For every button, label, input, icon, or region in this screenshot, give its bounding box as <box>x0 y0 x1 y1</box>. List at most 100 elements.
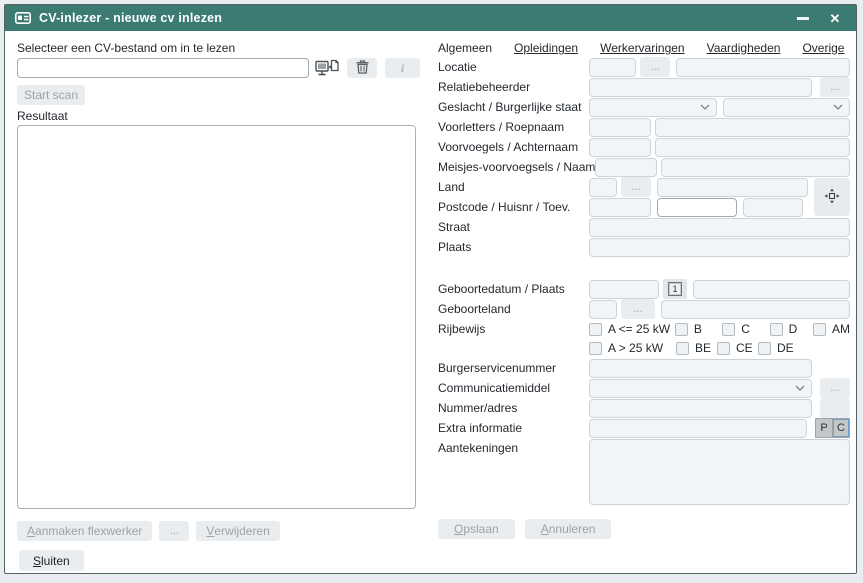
tab-overige[interactable]: Overige <box>802 41 844 55</box>
flexworker-more-button[interactable]: ... <box>159 521 189 541</box>
id-card-icon <box>15 12 31 24</box>
communicatiemiddel-more-button[interactable]: ... <box>820 378 850 398</box>
form-row-rijbewijs: Rijbewijs A <= 25 kW B C D AM A > 25 kW … <box>438 320 850 358</box>
close-row: Sluiten <box>17 550 420 571</box>
checkbox-be[interactable] <box>676 342 689 355</box>
achternaam-input[interactable] <box>655 138 850 157</box>
form-row-locatie: Locatie ... <box>438 58 850 76</box>
c-button[interactable]: C <box>833 419 849 437</box>
land-lookup-button[interactable]: ... <box>621 177 651 197</box>
move-address-button[interactable] <box>814 178 850 216</box>
locatie-naam-input[interactable] <box>676 58 850 77</box>
result-textarea[interactable] <box>17 125 416 509</box>
info-button[interactable]: i <box>385 58 420 78</box>
p-button[interactable]: P <box>816 419 833 437</box>
form-row-straat: Straat <box>438 218 850 236</box>
cv-file-input[interactable] <box>17 58 309 78</box>
tab-opleidingen[interactable]: Opleidingen <box>514 41 578 55</box>
postcode-input[interactable] <box>589 198 651 217</box>
geboorteplaats-input[interactable] <box>693 280 850 299</box>
extra-informatie-input[interactable] <box>589 419 807 438</box>
geboorteland-naam-input[interactable] <box>661 300 850 319</box>
left-actions-row: Aanmaken flexwerker ... Verwijderen <box>17 521 420 541</box>
annuleren-button[interactable]: Annuleren <box>525 519 612 539</box>
meisjesnaam-label: Meisjes-voorvoegsels / Naam <box>438 158 595 176</box>
window-close-button[interactable]: ✕ <box>826 9 844 27</box>
checkbox-a-25kw-max[interactable] <box>589 323 602 336</box>
button-label: anmaken flexwerker <box>35 524 142 538</box>
create-flexworker-button[interactable]: Aanmaken flexwerker <box>17 521 152 541</box>
checkbox-de[interactable] <box>758 342 771 355</box>
locatie-lookup-button[interactable]: ... <box>640 57 670 77</box>
voorvoegels-label: Voorvoegels / Achternaam <box>438 138 589 156</box>
communicatiemiddel-select[interactable] <box>589 379 812 398</box>
checkbox-b[interactable] <box>675 323 688 336</box>
checkbox-ce[interactable] <box>717 342 730 355</box>
left-panel: Selecteer een CV-bestand om in te lezen <box>17 41 420 571</box>
voorvoegels-input[interactable] <box>589 138 651 157</box>
sluiten-button[interactable]: Sluiten <box>19 550 84 571</box>
nummer-adres-action-button[interactable] <box>820 398 850 418</box>
opslaan-button[interactable]: Opslaan <box>438 519 515 539</box>
burgerlijke-staat-select[interactable] <box>723 98 850 117</box>
checkbox-c[interactable] <box>722 323 735 336</box>
meisjes-voorvoegsels-input[interactable] <box>595 158 657 177</box>
checkbox-label: DE <box>777 341 794 355</box>
minimize-button[interactable] <box>794 9 812 27</box>
accesskey: O <box>454 522 463 536</box>
meisjesnaam-input[interactable] <box>661 158 850 177</box>
form-row-voorletters: Voorletters / Roepnaam <box>438 118 850 136</box>
geboorteland-lookup-button[interactable]: ... <box>621 299 655 319</box>
locatie-label: Locatie <box>438 58 589 76</box>
geslacht-select[interactable] <box>589 98 717 117</box>
import-file-icon[interactable] <box>315 59 339 78</box>
minimize-icon <box>797 17 809 20</box>
result-label: Resultaat <box>17 109 420 122</box>
delete-button[interactable]: Verwijderen <box>196 521 279 541</box>
form-row-postcode: Postcode / Huisnr / Toev. <box>438 198 850 216</box>
land-naam-input[interactable] <box>657 178 808 197</box>
section-spacer <box>438 258 850 280</box>
relatiebeheerder-lookup-button[interactable]: ... <box>820 77 850 97</box>
chevron-down-icon <box>700 104 710 110</box>
button-label: luiten <box>41 554 70 568</box>
bsn-input[interactable] <box>589 359 812 378</box>
land-code-input[interactable] <box>589 178 617 197</box>
checkbox-label: D <box>789 322 798 336</box>
locatie-code-input[interactable] <box>589 58 636 77</box>
geboorteland-label: Geboorteland <box>438 300 589 318</box>
datepicker-button[interactable]: 1 <box>663 279 687 299</box>
checkbox-label: B <box>694 322 702 336</box>
titlebar[interactable]: CV-inlezer - nieuwe cv inlezen ✕ <box>5 5 856 31</box>
form-row-aantekeningen: Aantekeningen <box>438 439 850 505</box>
form-row-nummer-adres: Nummer/adres <box>438 399 850 417</box>
tab-vaardigheden[interactable]: Vaardigheden <box>707 41 781 55</box>
window-title: CV-inlezer - nieuwe cv inlezen <box>39 11 222 25</box>
toevoeging-input[interactable] <box>743 198 803 217</box>
straat-input[interactable] <box>589 218 850 237</box>
geboorteland-code-input[interactable] <box>589 300 617 319</box>
huisnr-input[interactable] <box>657 198 737 217</box>
aantekeningen-textarea[interactable] <box>589 439 850 505</box>
relatiebeheerder-input[interactable] <box>589 78 812 97</box>
geboortedatum-input[interactable] <box>589 280 659 299</box>
plaats-input[interactable] <box>589 238 850 257</box>
checkbox-a-25kw-plus[interactable] <box>589 342 602 355</box>
nummer-adres-input[interactable] <box>589 399 812 418</box>
delete-file-button[interactable] <box>347 58 377 78</box>
checkbox-label: AM <box>832 322 850 336</box>
checkbox-d[interactable] <box>770 323 783 336</box>
voorletters-input[interactable] <box>589 118 651 137</box>
relatiebeheerder-label: Relatiebeheerder <box>438 78 589 96</box>
tab-algemeen[interactable]: Algemeen <box>438 41 492 55</box>
form-row-meisjesnaam: Meisjes-voorvoegsels / Naam <box>438 158 850 176</box>
pc-button-group: P C <box>815 418 850 438</box>
select-file-label: Selecteer een CV-bestand om in te lezen <box>17 41 420 55</box>
rijbewijs-label: Rijbewijs <box>438 320 589 338</box>
roepnaam-input[interactable] <box>655 118 850 137</box>
tab-werkervaringen[interactable]: Werkervaringen <box>600 41 684 55</box>
checkbox-am[interactable] <box>813 323 826 336</box>
form-row-communicatiemiddel: Communicatiemiddel ... <box>438 379 850 397</box>
start-scan-button[interactable]: Start scan <box>17 85 85 105</box>
form-row-geboortedatum: Geboortedatum / Plaats 1 <box>438 280 850 298</box>
